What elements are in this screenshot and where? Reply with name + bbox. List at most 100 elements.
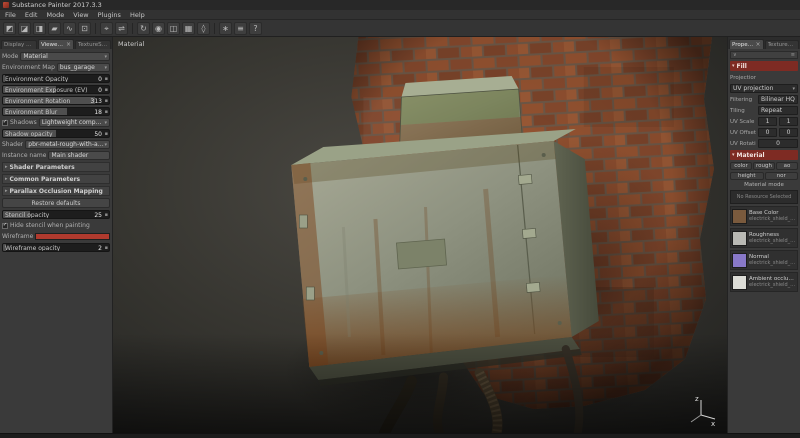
settings-icon[interactable]: ∗ [219,22,232,35]
uv-scale-x-field[interactable]: 1 [758,117,777,126]
clone-tool-icon[interactable]: ⊡ [78,22,91,35]
environment-rotation-slider[interactable]: Environment Rotation 313 ▪ [2,96,110,105]
filtering-label: Filtering [730,97,756,103]
shader-label: Shader [2,141,23,148]
edit-icon: ▪ [105,109,108,115]
environment-exposure-slider[interactable]: Environment Exposure (EV) 0 ▪ [2,85,110,94]
environment-blur-slider[interactable]: Environment Blur 18 ▪ [2,107,110,116]
slot-base-color[interactable]: Base Color electrick_shield_01_... [730,206,798,226]
channel-nor-button[interactable]: nor [765,172,799,180]
axis-z-label: z [695,395,699,403]
eraser-tool-icon[interactable]: ◪ [18,22,31,35]
material-header[interactable]: ▾ Material [730,150,798,160]
axis-gizmo[interactable]: z x [685,393,719,427]
shadows-mode-dropdown[interactable]: Lightweight computation ▾ [39,118,110,127]
menu-lines-icon: ≡ [791,52,795,58]
toolbar: ◩ ◪ ◨ ▰ ∿ ⊡ ⌖ ⇌ ↻ ◉ ◫ ▦ ◊ ∗ ≡ ? [0,20,800,37]
environment-opacity-slider[interactable]: Environment Opacity 0 ▪ [2,74,110,83]
properties-collapse-row[interactable]: ∨ ≡ [730,51,798,59]
app-window: Substance Painter 2017.3.3 File Edit Mod… [0,0,800,438]
menu-plugins[interactable]: Plugins [98,11,121,19]
channel-rough-button[interactable]: rough [753,162,775,170]
stencil-opacity-slider[interactable]: Stencil opacity 25 ▪ [2,210,110,219]
smudge-tool-icon[interactable]: ∿ [63,22,76,35]
perspective-icon[interactable]: ◊ [197,22,210,35]
edit-icon: ▪ [105,98,108,104]
hide-stencil-checkbox[interactable]: ✓ [2,223,8,229]
material-mode-label: Material mode [730,182,798,188]
toolbar-separator [132,23,133,34]
menu-help[interactable]: Help [130,11,145,19]
viewport-mode-label: Material [118,40,144,48]
toolbar-separator [95,23,96,34]
material-picker-icon[interactable]: ⌖ [100,22,113,35]
split-view-icon[interactable]: ◫ [167,22,180,35]
uv-rotation-field[interactable]: 0 [758,139,798,148]
close-icon[interactable]: × [66,41,71,48]
menu-mode[interactable]: Mode [46,11,64,19]
tab-display-settings[interactable]: Display Sett... [1,40,37,49]
edit-icon: ▪ [105,76,108,82]
axis-x-label: x [711,420,715,427]
projection-dropdown[interactable]: UV projection ▾ [730,84,798,93]
viewport-scene [113,37,727,433]
uv-scale-y-field[interactable]: 1 [779,117,798,126]
channel-ao-button[interactable]: ao [776,162,798,170]
slot-normal[interactable]: Normal electrick_shield_01_... [730,250,798,270]
close-icon[interactable]: × [755,41,760,48]
chevron-down-icon: ▾ [732,63,735,69]
menu-edit[interactable]: Edit [25,11,38,19]
section-parallax-occlusion[interactable]: ▸ Parallax Occlusion Mapping [2,186,110,196]
mode-dropdown[interactable]: Material ▾ [20,52,110,61]
normal-thumbnail [732,253,747,268]
uv-offset-x-field[interactable]: 0 [758,128,777,137]
section-common-parameters[interactable]: ▸ Common Parameters [2,174,110,184]
mode-label: Mode [2,53,18,60]
wireframe-color-swatch[interactable] [35,233,110,240]
tiling-dropdown[interactable]: Repeat [758,106,798,115]
tab-textureset-settings[interactable]: TextureSet Sett... [75,40,111,49]
display-mode-icon[interactable]: ◉ [152,22,165,35]
slot-roughness[interactable]: Roughness electrick_shield_01_... [730,228,798,248]
brush-tool-icon[interactable]: ◩ [3,22,16,35]
channel-height-button[interactable]: height [730,172,764,180]
environment-map-label: Environment Map [2,64,55,71]
chevron-down-icon: ▾ [792,86,795,92]
uv-offset-y-field[interactable]: 0 [779,128,798,137]
section-shader-parameters[interactable]: ▸ Shader Parameters [2,162,110,172]
instance-name-field[interactable]: Main shader [48,151,110,160]
menu-view[interactable]: View [73,11,88,19]
tab-properties[interactable]: Properties - × [729,39,764,49]
shader-dropdown[interactable]: pbr-metal-rough-with-alpha-blending ▾ [25,140,110,149]
help-icon[interactable]: ? [249,22,262,35]
tab-textureset-list[interactable]: TextureSet Li... [765,40,800,49]
projection-tool-icon[interactable]: ◨ [33,22,46,35]
filtering-dropdown[interactable]: Bilinear HQ [758,95,798,104]
menu-file[interactable]: File [5,11,16,19]
chevron-down-icon: ▾ [104,65,107,71]
restore-defaults-button[interactable]: Restore defaults [2,198,110,208]
hide-stencil-label: Hide stencil when painting [10,222,90,229]
chevron-down-icon: ▾ [104,54,107,60]
orbit-camera-icon[interactable]: ↻ [137,22,150,35]
fill-header[interactable]: ▾ Fill [730,61,798,71]
grid-icon[interactable]: ▦ [182,22,195,35]
wireframe-opacity-slider[interactable]: Wireframe opacity 2 ▪ [2,243,110,252]
ambient-occlusion-thumbnail [732,275,747,290]
base-color-thumbnail [732,209,747,224]
slot-ambient-occlusion[interactable]: Ambient occlusion electrick_shield_01_..… [730,272,798,292]
viewport-3d[interactable]: Material z x [113,37,727,433]
edit-icon: ▪ [105,212,108,218]
section-arrow-icon: ▸ [5,176,8,182]
window-title: Substance Painter 2017.3.3 [12,1,102,9]
symmetry-icon[interactable]: ⇌ [115,22,128,35]
roughness-thumbnail [732,231,747,246]
tab-viewer-settings[interactable]: Viewer Set... × [38,39,74,49]
polygon-fill-tool-icon[interactable]: ▰ [48,22,61,35]
uv-rotation-label: UV Rotation [730,141,756,147]
layout-icon[interactable]: ≡ [234,22,247,35]
shadows-checkbox[interactable]: ✓ [2,120,8,126]
shadow-opacity-slider[interactable]: Shadow opacity 50 ▪ [2,129,110,138]
environment-map-dropdown[interactable]: bus_garage ▾ [57,63,110,72]
channel-color-button[interactable]: color [730,162,752,170]
